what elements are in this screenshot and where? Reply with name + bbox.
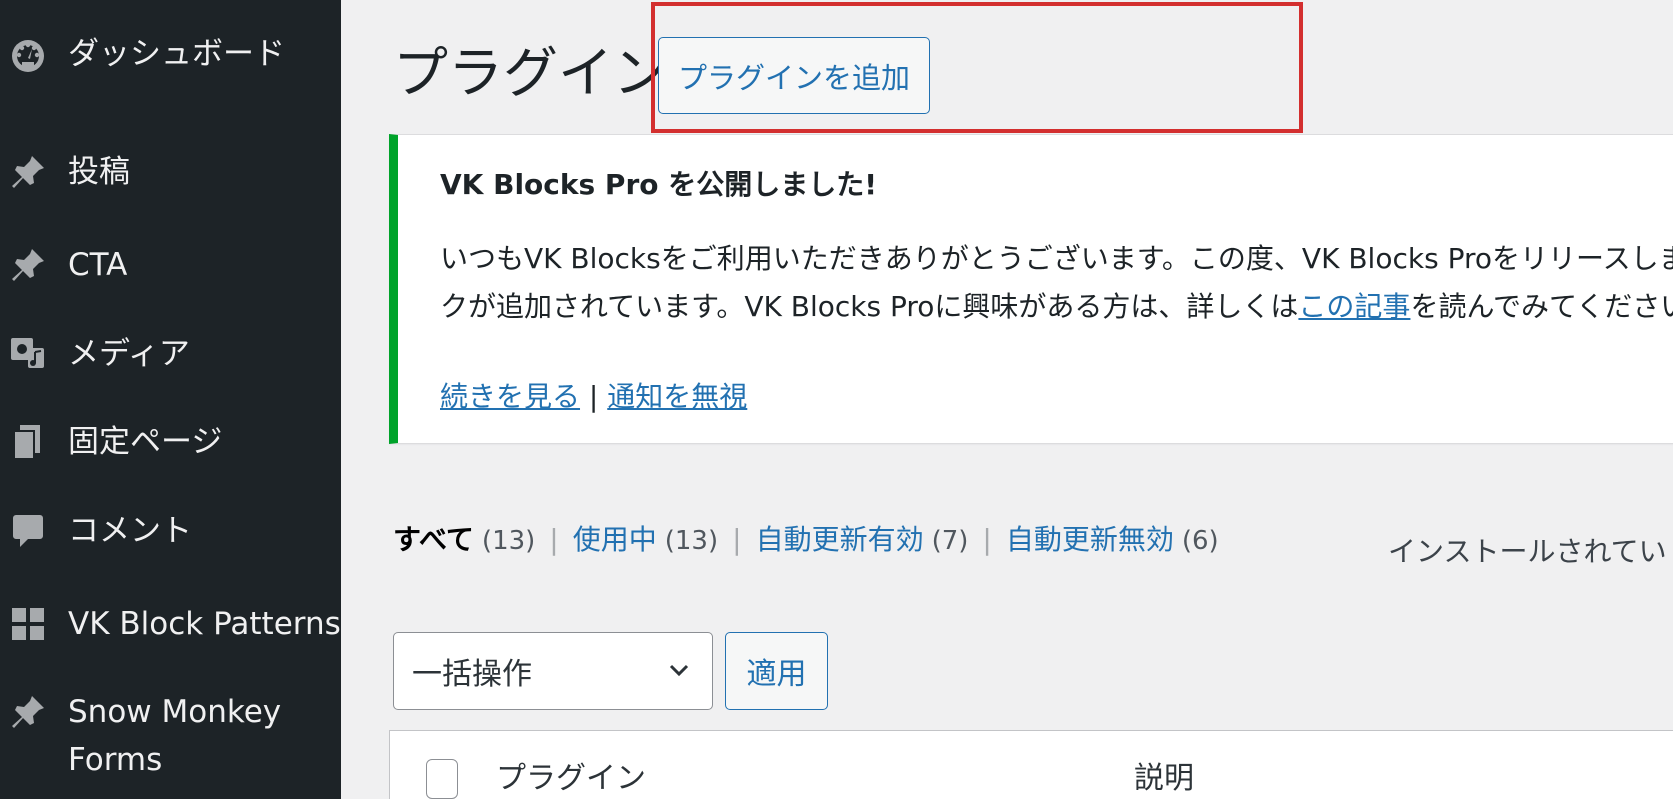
pin-icon (12, 696, 44, 728)
notice-title: VK Blocks Pro を公開しました! (440, 168, 878, 201)
bulk-action-select[interactable]: 一括操作 (393, 632, 713, 710)
plugins-table-header: プラグイン 説明 (389, 730, 1673, 799)
read-more-link[interactable]: 続きを見る (440, 380, 580, 413)
filter-active[interactable]: 使用中 (573, 518, 657, 558)
filter-all[interactable]: すべて (393, 518, 474, 558)
chevron-down-icon (669, 664, 689, 677)
filter-auto-update-disabled-count: (6) (1181, 526, 1219, 556)
sidebar-item-label: Snow Monkey Forms (68, 694, 282, 778)
apply-button[interactable]: 適用 (725, 632, 828, 710)
dismiss-notice-link[interactable]: 通知を無視 (607, 380, 747, 413)
main-content: プラグイン プラグインを追加 VK Blocks Pro を公開しました! いつ… (341, 0, 1673, 799)
page-icon (13, 425, 40, 460)
sidebar-item-label: 投稿 (68, 154, 130, 190)
plugin-filters: すべて (13) | 使用中 (13) | 自動更新有効 (7) | 自動更新無… (393, 518, 1219, 558)
page-title: プラグイン (393, 41, 669, 105)
sidebar-item-label: コメント (68, 513, 192, 549)
sidebar-item-label: CTA (68, 247, 128, 283)
select-all-checkbox[interactable] (426, 759, 458, 799)
search-plugins-label: インストールされてい (1388, 535, 1667, 568)
filter-separator: | (549, 523, 559, 556)
filter-auto-update-disabled[interactable]: 自動更新無効 (1006, 518, 1174, 558)
filter-active-count: (13) (664, 526, 719, 556)
article-link[interactable]: この記事 (1298, 290, 1410, 323)
sidebar-item-label: 固定ページ (68, 424, 223, 460)
admin-sidebar: ダッシュボード 投稿 CTA メディア 固定ページ コメント VK Block … (0, 0, 341, 799)
notice-banner: VK Blocks Pro を公開しました! いつもVK Blocksをご利用い… (389, 134, 1673, 444)
column-header-description: 説明 (1134, 761, 1194, 796)
filter-separator: | (732, 523, 742, 556)
notice-separator: | (588, 380, 599, 413)
notice-line-1: いつもVK Blocksをご利用いただきありがとうございます。この度、VK Bl… (440, 242, 1673, 275)
notice-actions: 続きを見る | 通知を無視 (440, 375, 747, 415)
grid-icon (12, 608, 44, 640)
dashboard-icon (12, 40, 44, 72)
sidebar-item-label: VK Block Patterns (68, 606, 341, 642)
bulk-action-selected: 一括操作 (412, 657, 532, 692)
sidebar-item-label: メディア (68, 336, 190, 372)
comment-icon (13, 515, 43, 547)
filter-all-count: (13) (481, 526, 536, 556)
media-icon (11, 338, 44, 368)
column-header-plugin: プラグイン (496, 761, 646, 796)
pin-icon (12, 156, 44, 188)
notice-line-2-tail: を読んでみてください (1410, 290, 1673, 323)
filter-auto-update-enabled[interactable]: 自動更新有効 (756, 518, 924, 558)
filter-auto-update-enabled-count: (7) (931, 526, 969, 556)
filter-separator: | (982, 523, 992, 556)
pin-icon (12, 249, 44, 281)
notice-line-2: クが追加されています。VK Blocks Proに興味がある方は、詳しくはこの記… (440, 283, 1673, 331)
sidebar-item-label: ダッシュボード (68, 36, 285, 72)
notice-line-2-text: クが追加されています。VK Blocks Proに興味がある方は、詳しくは (440, 290, 1299, 323)
add-plugin-button[interactable]: プラグインを追加 (658, 37, 930, 114)
notice-body: いつもVK Blocksをご利用いただきありがとうございます。この度、VK Bl… (440, 235, 1673, 331)
